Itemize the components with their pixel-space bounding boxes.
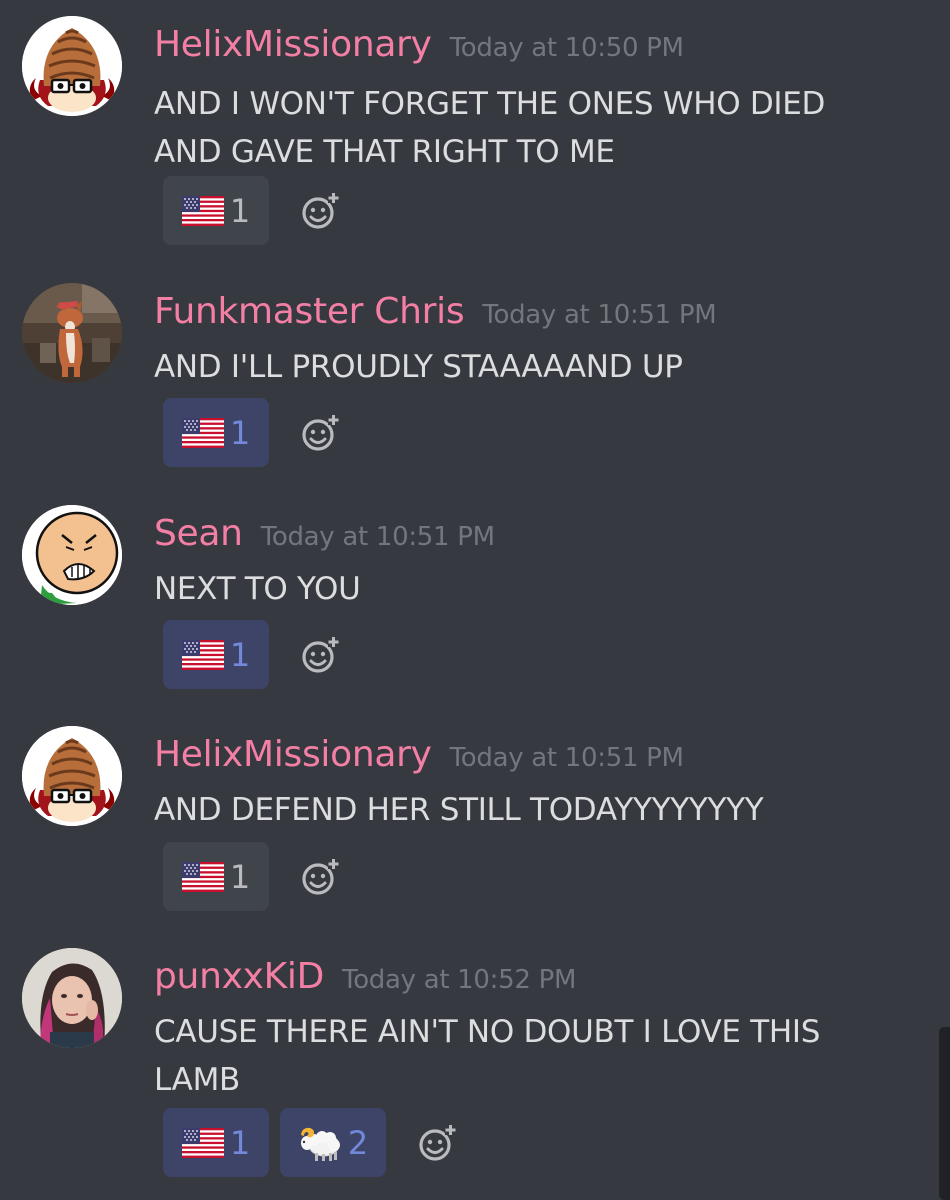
add-reaction-button[interactable]	[407, 1108, 467, 1177]
add-reaction-icon	[302, 857, 339, 895]
add-reaction-icon	[302, 191, 339, 229]
ram-icon	[300, 1127, 340, 1161]
reaction-count: 1	[229, 857, 251, 896]
reaction-count: 1	[229, 413, 251, 452]
message-line: CAUSE THERE AIN'T NO DOUBT I LOVE THIS	[154, 1014, 821, 1050]
add-reaction-button[interactable]	[290, 842, 350, 911]
reaction-ram[interactable]: 2	[280, 1108, 386, 1177]
username[interactable]: Funkmaster Chris	[154, 291, 465, 332]
dog-photo-avatar-icon	[22, 283, 122, 383]
avatar[interactable]	[22, 726, 122, 826]
message-line: NEXT TO YOU	[154, 571, 361, 607]
timestamp: Today at 10:51 PM	[482, 300, 717, 330]
message-line: LAMB	[154, 1062, 241, 1098]
add-reaction-icon	[419, 1123, 456, 1161]
reactions-bar: 1	[163, 620, 350, 689]
message-header: Funkmaster Chris Today at 10:51 PM	[154, 291, 717, 332]
reactions-bar: 1	[163, 398, 350, 467]
flag-us-icon	[181, 639, 224, 670]
message-line: AND I WON'T FORGET THE ONES WHO DIED	[154, 86, 826, 122]
message-header: punxxKiD Today at 10:52 PM	[154, 956, 576, 997]
message-content: AND I'LL PROUDLY STAAAAAND UP	[154, 343, 914, 391]
add-reaction-icon	[302, 635, 339, 673]
add-reaction-button[interactable]	[290, 620, 350, 689]
reaction-flag-us[interactable]: 1	[163, 842, 269, 911]
flag-us-icon	[181, 417, 224, 448]
message-content: NEXT TO YOU	[154, 565, 914, 613]
reactions-bar: 1	[163, 176, 350, 245]
reaction-flag-us[interactable]: 1	[163, 620, 269, 689]
message-header: HelixMissionary Today at 10:50 PM	[154, 24, 684, 65]
username[interactable]: Sean	[154, 513, 243, 554]
username[interactable]: HelixMissionary	[154, 734, 432, 775]
helix-shell-avatar-icon	[22, 726, 122, 826]
reactions-bar: 1	[163, 842, 350, 911]
timestamp: Today at 10:52 PM	[342, 965, 577, 995]
reaction-count: 1	[229, 1123, 251, 1162]
username[interactable]: punxxKiD	[154, 956, 324, 997]
message-line: AND I'LL PROUDLY STAAAAAND UP	[154, 349, 683, 385]
add-reaction-button[interactable]	[290, 398, 350, 467]
message-header: HelixMissionary Today at 10:51 PM	[154, 734, 684, 775]
helix-shell-avatar-icon	[22, 16, 122, 116]
reaction-count: 1	[229, 191, 251, 230]
reactions-bar: 1 2	[163, 1108, 467, 1177]
person-photo-avatar-icon	[22, 948, 122, 1048]
timestamp: Today at 10:50 PM	[449, 33, 684, 63]
flag-us-icon	[181, 1127, 224, 1158]
reaction-count: 1	[229, 635, 251, 674]
message-line: AND DEFEND HER STILL TODAYYYYYYYY	[154, 792, 764, 828]
timestamp: Today at 10:51 PM	[260, 522, 495, 552]
username[interactable]: HelixMissionary	[154, 24, 432, 65]
angry-face-avatar-icon	[22, 505, 122, 605]
scrollbar[interactable]	[939, 1027, 950, 1200]
flag-us-icon	[181, 195, 224, 226]
message-content: AND I WON'T FORGET THE ONES WHO DIED AND…	[154, 80, 914, 176]
timestamp: Today at 10:51 PM	[449, 743, 684, 773]
reaction-flag-us[interactable]: 1	[163, 1108, 269, 1177]
message-list: HelixMissionary Today at 10:50 PM AND I …	[0, 0, 950, 1200]
avatar[interactable]	[22, 16, 122, 116]
message-content: AND DEFEND HER STILL TODAYYYYYYYY	[154, 786, 914, 834]
reaction-count: 2	[347, 1123, 369, 1162]
reaction-flag-us[interactable]: 1	[163, 398, 269, 467]
avatar[interactable]	[22, 505, 122, 605]
flag-us-icon	[181, 861, 224, 892]
avatar[interactable]	[22, 948, 122, 1048]
avatar[interactable]	[22, 283, 122, 383]
reaction-flag-us[interactable]: 1	[163, 176, 269, 245]
add-reaction-button[interactable]	[290, 176, 350, 245]
message-header: Sean Today at 10:51 PM	[154, 513, 495, 554]
message-content: CAUSE THERE AIN'T NO DOUBT I LOVE THIS L…	[154, 1008, 914, 1104]
message-line: AND GAVE THAT RIGHT TO ME	[154, 134, 615, 170]
add-reaction-icon	[302, 413, 339, 451]
